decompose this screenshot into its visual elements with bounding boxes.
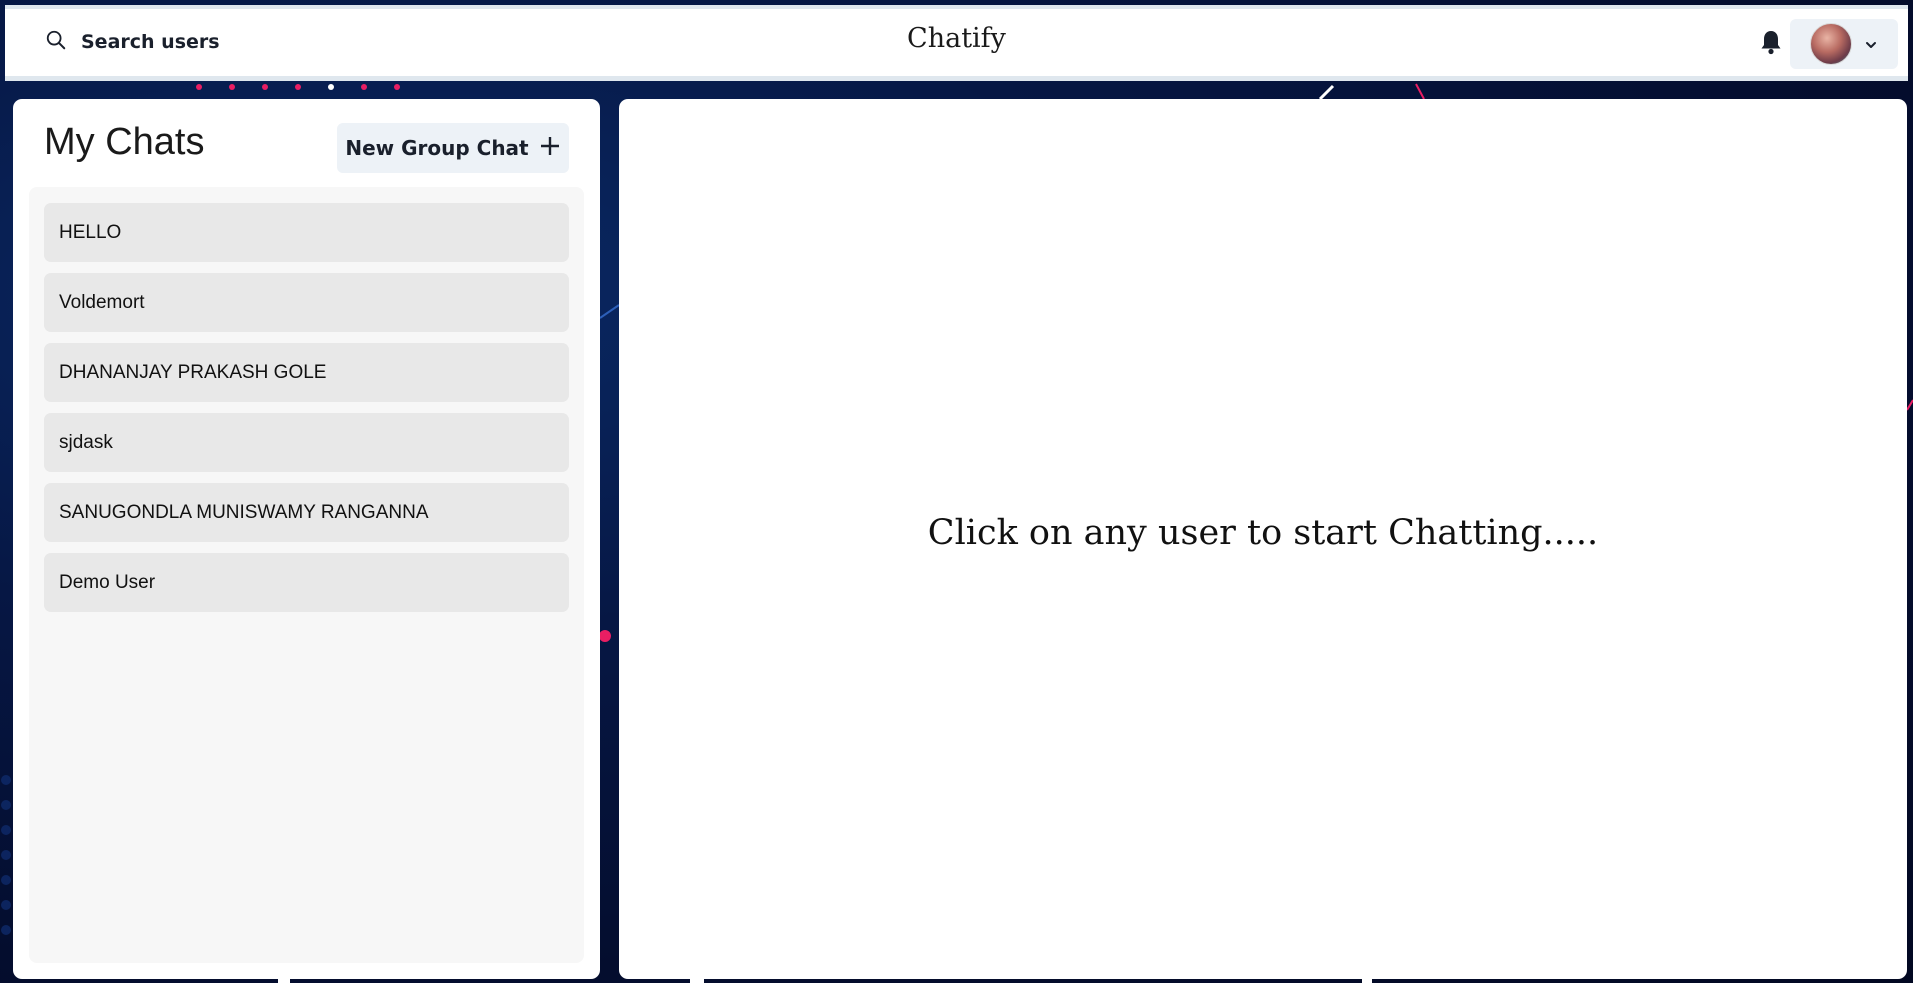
plus-icon bbox=[539, 135, 561, 162]
chat-item-name: sjdask bbox=[59, 431, 113, 453]
chat-list: HELLO Voldemort DHANANJAY PRAKASH GOLE s… bbox=[29, 187, 584, 963]
new-group-chat-button[interactable]: New Group Chat bbox=[337, 123, 569, 173]
notification-bell-button[interactable] bbox=[1756, 29, 1786, 59]
chat-list-item[interactable]: DHANANJAY PRAKASH GOLE bbox=[44, 343, 569, 402]
empty-chat-message: Click on any user to start Chatting..... bbox=[927, 513, 1599, 553]
chat-item-name: DHANANJAY PRAKASH GOLE bbox=[59, 361, 327, 383]
bell-icon bbox=[1759, 29, 1783, 59]
chat-list-item[interactable]: Voldemort bbox=[44, 273, 569, 332]
avatar bbox=[1810, 23, 1852, 65]
chat-item-name: Voldemort bbox=[59, 291, 145, 313]
chat-item-name: Demo User bbox=[59, 571, 156, 593]
chat-list-item[interactable]: sjdask bbox=[44, 413, 569, 472]
my-chats-title: My Chats bbox=[44, 121, 205, 163]
chat-list-item[interactable]: SANUGONDLA MUNISWAMY RANGANNA bbox=[44, 483, 569, 542]
profile-menu-button[interactable] bbox=[1790, 19, 1898, 69]
chat-list-item[interactable]: HELLO bbox=[44, 203, 569, 262]
search-users-button[interactable]: Search users bbox=[35, 21, 230, 63]
search-users-label: Search users bbox=[81, 31, 220, 53]
top-navbar: Search users Chatify bbox=[5, 5, 1908, 81]
chat-item-name: SANUGONDLA MUNISWAMY RANGANNA bbox=[59, 501, 429, 523]
search-icon bbox=[45, 29, 67, 56]
new-group-chat-label: New Group Chat bbox=[345, 136, 529, 160]
chevron-down-icon bbox=[1864, 35, 1878, 54]
chat-box-panel: Click on any user to start Chatting..... bbox=[619, 99, 1907, 979]
chat-item-name: HELLO bbox=[59, 221, 122, 243]
app-brand-title: Chatify bbox=[907, 23, 1006, 54]
my-chats-panel: My Chats New Group Chat HELLO Voldemort … bbox=[13, 99, 600, 979]
chat-list-item[interactable]: Demo User bbox=[44, 553, 569, 612]
